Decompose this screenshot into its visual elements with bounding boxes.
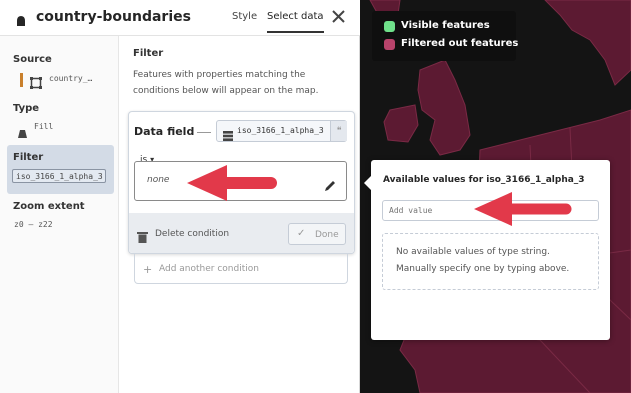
legend-filtered-label: Filtered out features <box>401 38 519 49</box>
data-field-connector <box>197 132 211 133</box>
trash-icon[interactable] <box>137 228 148 243</box>
legend-visible-label: Visible features <box>401 20 490 31</box>
source-label: Source <box>13 54 52 65</box>
type-label: Type <box>13 103 40 114</box>
panel-header: country-boundaries Style Select data <box>0 0 360 36</box>
tab-style[interactable]: Style <box>232 11 257 22</box>
close-icon[interactable] <box>331 9 346 24</box>
filter-value-tag[interactable]: iso_3166_1_alpha_3 <box>12 169 106 183</box>
check-icon: ✓ <box>297 228 306 239</box>
type-value: Fill <box>34 122 54 131</box>
data-field-label: Data field <box>134 125 195 138</box>
filtered-swatch <box>384 39 395 50</box>
annotation-arrow <box>185 163 277 203</box>
map-legend: Visible features Filtered out features <box>372 11 519 61</box>
done-button[interactable]: ✓ Done <box>288 223 346 245</box>
available-values-popover: Available values for iso_3166_1_alpha_3 … <box>364 160 610 340</box>
filter-label: Filter <box>13 152 44 163</box>
tab-select-data[interactable]: Select data <box>267 11 324 33</box>
empty-line-2: Manually specify one by typing above. <box>396 264 570 274</box>
quote-icon[interactable]: ❝ <box>330 121 347 141</box>
data-field-select[interactable]: iso_3166_1_alpha_3 ❝ <box>216 120 347 142</box>
done-label: Done <box>315 230 339 240</box>
empty-line-1: No available values of type string. <box>396 247 550 257</box>
delete-condition-button[interactable]: Delete condition <box>155 229 229 239</box>
add-condition-label: Add another condition <box>159 264 259 274</box>
layer-sidebar: Source country_… Type Fill Filter iso_31… <box>0 36 119 393</box>
popover-caret <box>364 176 371 190</box>
source-color-bar <box>20 73 23 87</box>
polygon-icon <box>30 74 42 89</box>
layer-title: country-boundaries <box>36 9 191 25</box>
filter-heading: Filter <box>133 48 164 59</box>
fill-layer-icon <box>15 11 27 26</box>
plus-icon: + <box>143 263 153 276</box>
add-condition-button[interactable]: + Add another condition <box>134 254 348 284</box>
zoom-label: Zoom extent <box>13 201 85 212</box>
fill-type-icon <box>17 123 28 138</box>
layer-editor-panel: country-boundaries Style Select data Sou… <box>0 0 360 393</box>
data-field-value: iso_3166_1_alpha_3 <box>237 126 324 135</box>
database-icon <box>223 126 233 141</box>
empty-state-box: No available values of type string. Manu… <box>382 233 599 290</box>
annotation-arrow <box>472 191 572 227</box>
source-value[interactable]: country_… <box>49 74 92 83</box>
pencil-icon[interactable] <box>323 178 337 192</box>
popover-title: Available values for iso_3166_1_alpha_3 <box>383 175 585 185</box>
filter-description: Features with properties matching the co… <box>133 70 319 96</box>
zoom-value: z0 – z22 <box>14 220 53 229</box>
value-placeholder: none <box>147 175 170 185</box>
visible-swatch <box>384 21 395 32</box>
